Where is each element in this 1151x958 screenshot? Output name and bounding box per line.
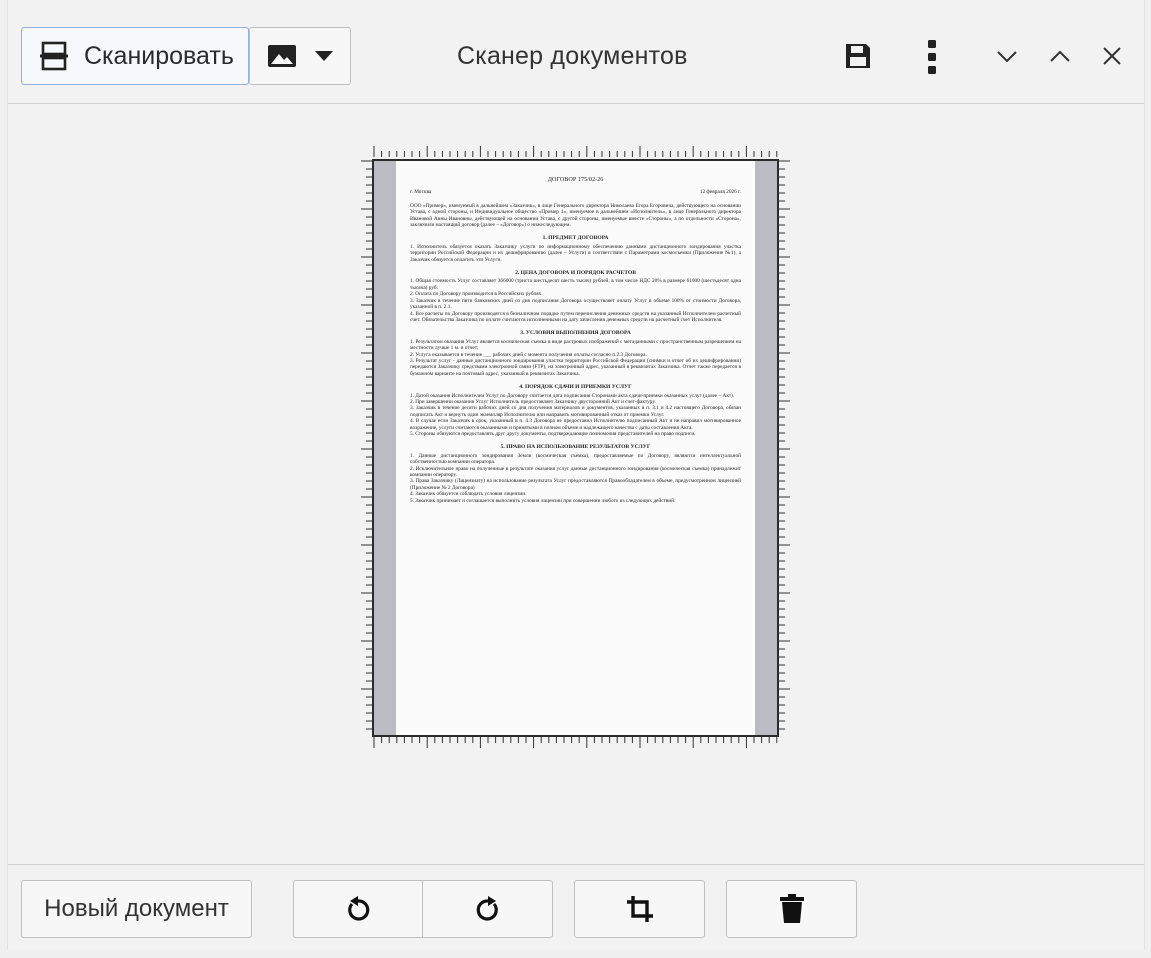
document-title: ДОГОВОР 175/02-26	[547, 176, 604, 183]
section-item: 3. Заказчик в течение десяти рабочих дне…	[410, 405, 741, 418]
crop-handle-bottom[interactable]	[372, 737, 779, 749]
scanned-page[interactable]: ДОГОВОР 175/02-26 г. Москва 12 февраля 2…	[372, 159, 779, 737]
rotate-left-button[interactable]	[293, 880, 423, 938]
section-item: 3. Заказчик в течение пяти банковских дн…	[410, 297, 741, 311]
new-document-button[interactable]: Новый документ	[21, 880, 252, 938]
crop-handle-left[interactable]	[360, 159, 372, 737]
document-intro: ООО «Пример», именуемый в дальнейшем «За…	[410, 202, 741, 229]
section-heading: 5. ПРАВО НА ИСПОЛЬЗОВАНИЕ РЕЗУЛЬТАТОВ УС…	[500, 444, 651, 451]
scanner-window: Сканировать Сканер документов ДОГОВОР 17…	[7, 0, 1145, 950]
section-item: 2. Исключительное право на полученные в …	[410, 465, 741, 479]
crop-icon	[625, 894, 655, 924]
close-icon[interactable]	[1098, 42, 1126, 70]
section-item: 5. Заказчик принимает и соглашается выпо…	[410, 497, 676, 504]
crop-handle-right[interactable]	[779, 159, 791, 737]
image-mode-dropdown[interactable]	[249, 27, 351, 85]
save-icon[interactable]	[842, 40, 874, 72]
header-bar: Сканировать Сканер документов	[8, 0, 1144, 104]
delete-button[interactable]	[726, 880, 857, 938]
chevron-down-icon[interactable]	[993, 42, 1021, 70]
section-item: 5. Стороны обязуются предоставлять друг …	[410, 431, 696, 437]
section-heading: 4. ПОРЯДОК СДАЧИ И ПРИЕМКИ УСЛУГ	[519, 384, 632, 391]
section-item: 3. Результат услуг - данные дистанционно…	[410, 357, 741, 377]
rotate-right-icon	[474, 895, 502, 923]
section-heading: 2. ЦЕНА ДОГОВОРА И ПОРЯДОК РАСЧЕТОВ	[515, 270, 636, 277]
bottom-toolbar: Новый документ	[8, 864, 1144, 951]
document-date: 12 февраля 2026 г.	[699, 189, 741, 196]
rotate-left-icon	[344, 895, 372, 923]
section-heading: 1. ПРЕДМЕТ ДОГОВОРА	[542, 235, 609, 242]
image-icon	[267, 44, 297, 68]
scan-button[interactable]: Сканировать	[21, 27, 249, 85]
section-item: 4. Все расчеты по Договору производятся …	[410, 310, 741, 323]
caret-down-icon	[315, 51, 333, 61]
section-item: 1. Общая стоимость Услуг составляет 3660…	[410, 278, 741, 291]
kebab-menu-icon[interactable]	[920, 38, 944, 76]
rotate-right-button[interactable]	[422, 880, 553, 938]
section-heading: 3. УСЛОВИЯ ВЫПОЛНЕНИЯ ДОГОВОРА	[520, 330, 631, 337]
section-item: 1. Исполнитель обязуется оказать Заказчи…	[410, 243, 741, 263]
window-title: Сканер документов	[457, 42, 688, 70]
document-city: г. Москва	[410, 189, 432, 196]
document-sheet: ДОГОВОР 175/02-26 г. Москва 12 февраля 2…	[396, 161, 755, 735]
section-item: 3. Права Заказчику (Лицензиату) на испол…	[410, 478, 741, 491]
crop-handle-top[interactable]	[372, 145, 779, 157]
section-item: 4. В случае если Заказчик в срок, указан…	[410, 418, 741, 431]
section-item: 1. Результатом оказания Услуг является к…	[410, 338, 741, 352]
trash-icon	[779, 894, 805, 924]
chevron-up-icon[interactable]	[1046, 42, 1074, 70]
scanner-icon	[38, 40, 70, 72]
section-item: 1. Данные дистанционного зондирования Зе…	[410, 452, 741, 466]
scan-button-label: Сканировать	[84, 41, 234, 70]
crop-button[interactable]	[574, 880, 705, 938]
